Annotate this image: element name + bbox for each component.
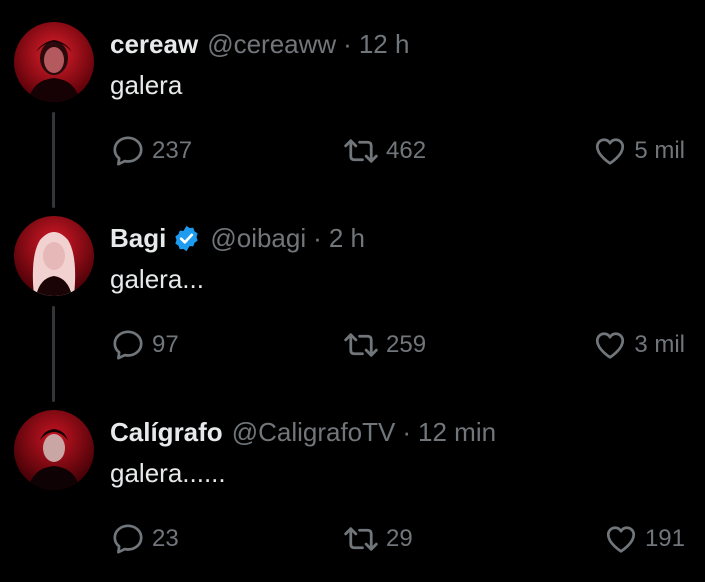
avatar[interactable] (14, 22, 94, 102)
tweet[interactable]: cereaw @cereaww · 12 h galera 237 462 5 … (0, 0, 705, 208)
retweet-count: 29 (386, 525, 413, 552)
like-count: 5 mil (634, 137, 685, 164)
retweet-button[interactable]: 259 (342, 327, 426, 363)
heart-icon (606, 526, 636, 553)
retweet-button[interactable]: 462 (342, 133, 426, 169)
comment-bubble-icon (113, 136, 143, 166)
avatar[interactable] (14, 216, 94, 296)
tweet-header: Bagi @oibagi · 2 h (110, 221, 365, 255)
avatar-icon (14, 410, 94, 490)
user-handle[interactable]: @cereaww (207, 29, 336, 60)
separator: · (313, 222, 322, 253)
retweet-arrows-icon (344, 527, 378, 551)
retweet-button[interactable]: 29 (342, 521, 413, 557)
tweet-thread: cereaw @cereaww · 12 h galera 237 462 5 … (0, 0, 705, 575)
retweet-arrows-icon (344, 333, 378, 357)
avatar-icon (14, 22, 94, 102)
avatar-icon (14, 216, 94, 296)
timestamp[interactable]: 2 h (329, 223, 365, 254)
tweet[interactable]: Calígrafo @CaligrafoTV · 12 min galera..… (0, 388, 705, 582)
comment-bubble-icon (113, 524, 143, 554)
reply-count: 23 (152, 525, 179, 552)
tweet-actions: 237 462 5 mil (110, 133, 685, 169)
reply-count: 97 (152, 331, 179, 358)
display-name[interactable]: Calígrafo (110, 417, 223, 448)
verified-badge-icon (172, 224, 201, 253)
like-button[interactable]: 5 mil (592, 133, 685, 169)
tweet-text: galera (110, 70, 183, 100)
reply-count: 237 (152, 137, 193, 164)
like-count: 191 (644, 525, 685, 552)
user-handle[interactable]: @CaligrafoTV (232, 417, 396, 448)
tweet-actions: 23 29 191 (110, 521, 685, 557)
separator: · (343, 28, 352, 59)
reply-button[interactable]: 23 (110, 521, 179, 557)
like-button[interactable]: 191 (603, 521, 685, 557)
tweet-text: galera... (110, 264, 204, 294)
user-handle[interactable]: @oibagi (210, 223, 306, 254)
tweet[interactable]: Bagi @oibagi · 2 h galera... 97 259 3 mi… (0, 194, 705, 402)
separator: · (402, 416, 412, 447)
retweet-count: 259 (386, 331, 427, 358)
tweet-header: cereaw @cereaww · 12 h (110, 27, 409, 61)
like-button[interactable]: 3 mil (592, 327, 685, 363)
tweet-text: galera...... (110, 458, 226, 488)
avatar[interactable] (14, 410, 94, 490)
comment-bubble-icon (113, 330, 143, 360)
display-name[interactable]: cereaw (110, 29, 198, 60)
heart-icon (596, 138, 625, 165)
reply-button[interactable]: 237 (110, 133, 192, 169)
display-name[interactable]: Bagi (110, 223, 166, 254)
like-count: 3 mil (634, 331, 685, 358)
reply-button[interactable]: 97 (110, 327, 179, 363)
retweet-arrows-icon (344, 139, 378, 163)
tweet-header: Calígrafo @CaligrafoTV · 12 min (110, 415, 496, 449)
tweet-actions: 97 259 3 mil (110, 327, 685, 363)
timestamp[interactable]: 12 min (418, 417, 496, 448)
timestamp[interactable]: 12 h (359, 29, 410, 60)
retweet-count: 462 (386, 137, 427, 164)
heart-icon (596, 332, 625, 359)
